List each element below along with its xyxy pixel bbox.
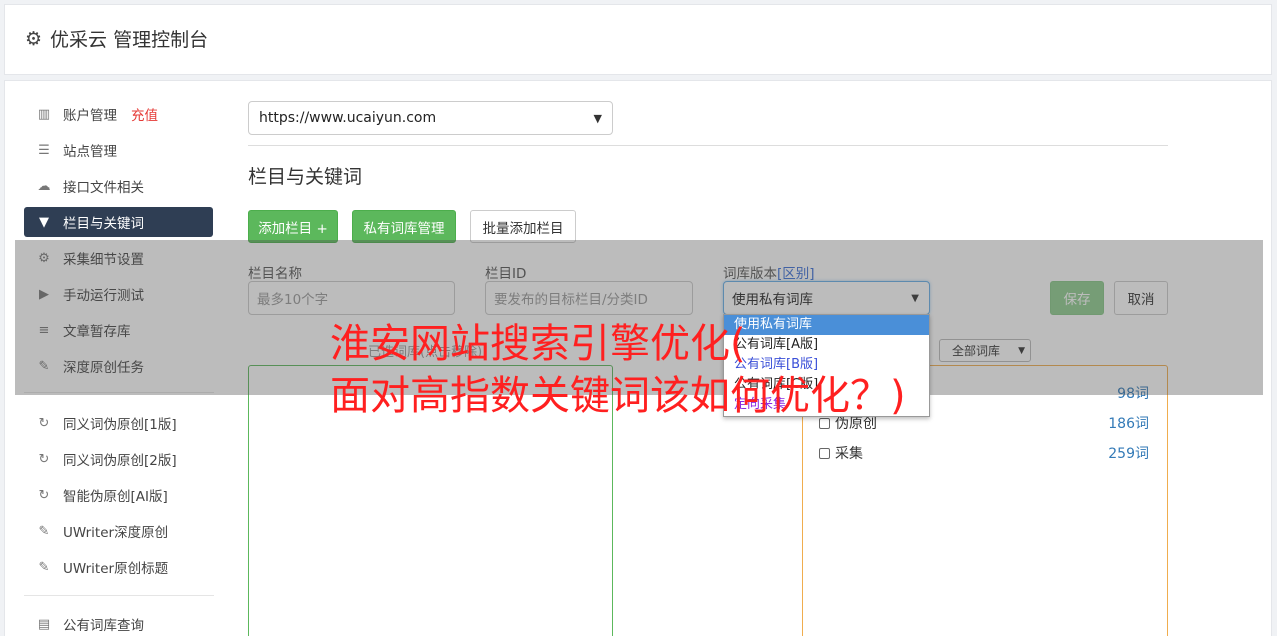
sidebar-item-label: UWriter深度原创 (63, 525, 169, 541)
lib-row-label: 采集 (835, 446, 863, 462)
filter-icon: ▼ (39, 214, 49, 230)
refresh-icon: ↻ (38, 415, 50, 431)
private-lib-button[interactable]: 私有词库管理 (352, 210, 456, 243)
sidebar-item-synonym-v1[interactable]: ↻ 同义词伪原创[1版] (24, 408, 213, 438)
sidebar-item-label: 同义词伪原创[2版] (63, 453, 177, 469)
sidebar-item-label: 栏目与关键词 (63, 216, 144, 232)
divider (248, 145, 1168, 146)
sidebar-item-ai-rewrite[interactable]: ↻ 智能伪原创[AI版] (24, 480, 213, 510)
cloud-upload-icon: ☁ (37, 178, 51, 194)
app-title-text: 优采云 管理控制台 (50, 29, 209, 51)
sidebar-item-label: 公有词库查询 (63, 618, 144, 634)
server-icon: ☰ (38, 142, 50, 158)
sidebar-item-sites[interactable]: ☰ 站点管理 (24, 135, 213, 165)
sidebar-item-label: 账户管理 (63, 108, 117, 124)
headline-line-2: 面对高指数关键词该如何优化？) (330, 373, 906, 419)
sidebar-divider (24, 595, 214, 596)
list-item[interactable]: 采集 259词 (819, 443, 1149, 463)
sidebar-item-label: 接口文件相关 (63, 180, 144, 196)
top-header-card: ⚙ 优采云 管理控制台 (4, 4, 1272, 75)
refresh-icon: ↻ (38, 451, 50, 467)
sidebar-item-account[interactable]: ▥ 账户管理 充值 (24, 99, 213, 129)
bar-chart-icon: ▥ (37, 106, 51, 122)
edit-icon: ✎ (38, 559, 50, 575)
checkbox[interactable] (819, 448, 830, 459)
book-icon: ▤ (37, 616, 51, 632)
headline-line-1: 淮安网站搜索引擎优化( (330, 321, 746, 367)
sidebar-item-interface-files[interactable]: ☁ 接口文件相关 (24, 171, 213, 201)
site-select[interactable]: https://www.ucaiyun.com ▼ (248, 101, 613, 135)
sidebar-item-label: 站点管理 (63, 144, 117, 160)
gear-icon: ⚙ (25, 27, 43, 50)
sidebar-item-label: 同义词伪原创[1版] (63, 417, 177, 433)
section-title: 栏目与关键词 (248, 166, 363, 188)
batch-add-button[interactable]: 批量添加栏目 (470, 210, 576, 243)
app-title: ⚙ 优采云 管理控制台 (25, 25, 208, 52)
sidebar-item-synonym-v2[interactable]: ↻ 同义词伪原创[2版] (24, 444, 213, 474)
chevron-down-icon: ▼ (593, 111, 602, 125)
edit-icon: ✎ (38, 523, 50, 539)
sidebar-item-label: UWriter原创标题 (63, 561, 169, 577)
sidebar-item-columns-keywords[interactable]: ▼ 栏目与关键词 (24, 207, 213, 237)
add-column-button[interactable]: 添加栏目 + (248, 210, 338, 243)
lib-row-count: 186词 (1108, 416, 1149, 432)
sidebar-item-public-lib-query[interactable]: ▤ 公有词库查询 (24, 609, 213, 636)
site-select-value: https://www.ucaiyun.com (259, 110, 437, 126)
sidebar-item-uwriter-title[interactable]: ✎ UWriter原创标题 (24, 552, 213, 582)
sidebar-item-uwriter-deep[interactable]: ✎ UWriter深度原创 (24, 516, 213, 546)
recharge-link[interactable]: 充值 (131, 104, 158, 124)
overlay-headline: 淮安网站搜索引擎优化( 面对高指数关键词该如何优化？) (330, 318, 906, 422)
lib-row-count: 259词 (1108, 446, 1149, 462)
sidebar-item-label: 智能伪原创[AI版] (63, 489, 168, 505)
refresh-icon: ↻ (38, 487, 50, 503)
